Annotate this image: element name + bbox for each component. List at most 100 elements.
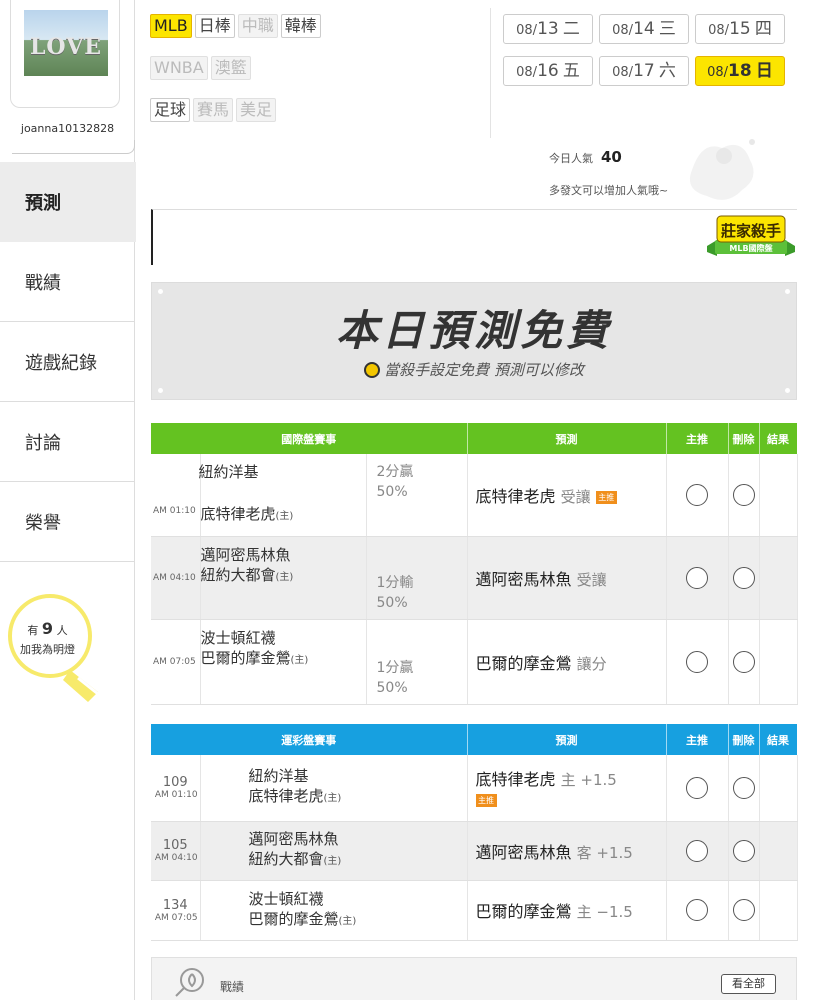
sport-filters: MLB 日棒 中職 韓棒 WNBA 澳籃 足球 賽馬 美足 — [150, 14, 490, 140]
main-pick-radio[interactable] — [686, 899, 708, 921]
main-pick-cell — [666, 880, 729, 941]
main-pick-cell — [666, 454, 729, 537]
result-cell — [759, 880, 798, 941]
nav-item-discussion[interactable]: 討論 — [0, 402, 135, 482]
date-0815[interactable]: 08/15 四 — [695, 14, 785, 44]
pick-team: 底特律老虎 — [475, 486, 556, 506]
date-day: 13 — [537, 19, 559, 39]
date-day: 17 — [633, 61, 655, 81]
odds-line: 1分贏 — [376, 659, 414, 676]
fans-caption: 加我為明燈 — [20, 643, 75, 656]
date-day: 16 — [537, 61, 559, 81]
fans-unit: 人 — [56, 624, 68, 637]
view-all-button[interactable]: 看全部 — [721, 974, 776, 994]
avatar[interactable]: LOVE — [24, 10, 108, 76]
result-cell — [759, 536, 798, 620]
date-0818[interactable]: 08/18 日 — [695, 56, 785, 86]
home-marker: (主) — [323, 793, 342, 805]
record-panel: 戰績 看全部 — [151, 957, 797, 1000]
filter-row-other: 足球 賽馬 美足 — [150, 98, 490, 128]
home-marker: (主) — [275, 571, 294, 583]
date-month: 08/ — [612, 65, 634, 80]
date-month: 08/ — [612, 23, 634, 38]
filter-mlb[interactable]: MLB — [150, 14, 192, 38]
coin-icon — [364, 362, 381, 378]
delete-radio[interactable] — [732, 839, 755, 862]
pick-line: 底特律老虎 主 +1.5 — [476, 766, 666, 790]
odds-line: 2分贏 — [376, 464, 414, 480]
delete-radio[interactable] — [732, 899, 755, 921]
header-games: 運彩盤賽事 — [151, 724, 468, 755]
filter-nbl: 澳籃 — [210, 56, 251, 80]
nav-item-honor[interactable]: 榮譽 — [0, 482, 135, 562]
date-0813[interactable]: 08/13 二 — [503, 14, 593, 44]
date-0817[interactable]: 08/17 六 — [599, 56, 689, 86]
main-pick-radio[interactable] — [686, 839, 708, 862]
prediction-cell: 邁阿密馬林魚 受讓 — [467, 536, 667, 620]
sidebar: LOVE joanna10132828 預測 戰績 遊戲紀錄 討論 榮譽 有 9… — [0, 0, 136, 1000]
main-pick-radio[interactable] — [686, 483, 708, 506]
game-number: 105 — [162, 838, 188, 853]
game-teams: 波士頓紅襪 巴爾的摩金鶯(主) — [200, 880, 468, 941]
team-away: 紐約洋基 — [248, 767, 309, 786]
banner-rivet — [158, 289, 163, 294]
date-day: 14 — [633, 19, 655, 39]
pick-note: 客 +1.5 — [576, 843, 633, 862]
main-pick-radio[interactable] — [686, 566, 708, 589]
username-divider — [12, 140, 135, 154]
game-odds: 2分贏 50% — [366, 454, 468, 537]
delete-cell — [728, 755, 760, 822]
date-weekday: 日 — [755, 61, 773, 81]
odds-pct: 50% — [376, 679, 408, 696]
banner-subtitle: 當殺手設定免費 預測可以修改 — [384, 361, 584, 379]
pick-note: 主 −1.5 — [576, 903, 633, 921]
nav-item-game-history[interactable]: 遊戲紀錄 — [0, 322, 135, 402]
avatar-card[interactable]: LOVE — [10, 0, 120, 108]
filter-npb[interactable]: 日棒 — [194, 14, 235, 38]
username[interactable]: joanna10132828 — [0, 122, 135, 135]
main-pick-radio[interactable] — [686, 650, 708, 673]
popularity: 今日人氣 40 — [549, 148, 622, 166]
header-prediction: 預測 — [467, 724, 667, 755]
main-pick-radio[interactable] — [686, 776, 708, 799]
header-main-pick: 主推 — [666, 724, 729, 755]
table-row: 105 AM 04:10 邁阿密馬林魚 紐約大都會(主) 邁阿密馬林魚 客 +1… — [151, 821, 798, 881]
delete-radio[interactable] — [732, 650, 755, 673]
sports-lottery-table: 運彩盤賽事 預測 主推 刪除 結果 109 AM 01:10 紐約洋基 底特律老… — [151, 724, 798, 941]
team-home: 底特律老虎 — [248, 787, 324, 806]
filter-horse-racing: 賽馬 — [193, 98, 234, 122]
intl-odds-table: 國際盤賽事 預測 主推 刪除 結果 AM 01:10 紐約洋基 底特律老虎(主)… — [151, 423, 798, 705]
header-delete: 刪除 — [728, 423, 760, 454]
delete-radio[interactable] — [732, 566, 755, 589]
team-away: 波士頓紅襪 — [248, 889, 324, 908]
main-pick-tag: 主推 — [595, 490, 617, 504]
date-day: 18 — [728, 61, 752, 81]
team-home-line: 紐約大都會(主) — [249, 849, 467, 872]
team-home: 巴爾的摩金鶯 — [200, 648, 291, 667]
date-weekday: 六 — [658, 61, 676, 81]
filter-soccer[interactable]: 足球 — [150, 98, 191, 122]
delete-cell — [728, 454, 760, 537]
odds-line: 1分輸 — [376, 574, 414, 591]
popularity-value: 40 — [601, 148, 622, 166]
delete-radio[interactable] — [732, 776, 755, 799]
fans-count: 9 — [41, 619, 54, 638]
team-away: 邁阿密馬林魚 — [200, 545, 291, 564]
nav-item-record[interactable]: 戰績 — [0, 242, 135, 322]
date-0814[interactable]: 08/14 三 — [599, 14, 689, 44]
delete-radio[interactable] — [732, 483, 755, 506]
game-time: AM 01:10 — [151, 454, 201, 537]
home-marker: (主) — [323, 856, 342, 867]
header-result: 結果 — [759, 423, 798, 454]
date-weekday: 四 — [754, 19, 772, 39]
nav-item-predict[interactable]: 預測 — [0, 162, 136, 242]
date-0816[interactable]: 08/16 五 — [503, 56, 593, 86]
pick-team: 邁阿密馬林魚 — [475, 569, 572, 589]
result-cell — [759, 821, 798, 881]
splash-decoration-icon — [689, 139, 755, 200]
table-row: AM 01:10 紐約洋基 底特律老虎(主) 2分贏 50% 底特律老虎 受讓 … — [151, 454, 798, 537]
filter-kbo[interactable]: 韓棒 — [280, 14, 321, 38]
date-month: 08/ — [516, 65, 538, 80]
pick-team: 底特律老虎 — [475, 770, 556, 790]
header-main-pick: 主推 — [666, 423, 729, 454]
